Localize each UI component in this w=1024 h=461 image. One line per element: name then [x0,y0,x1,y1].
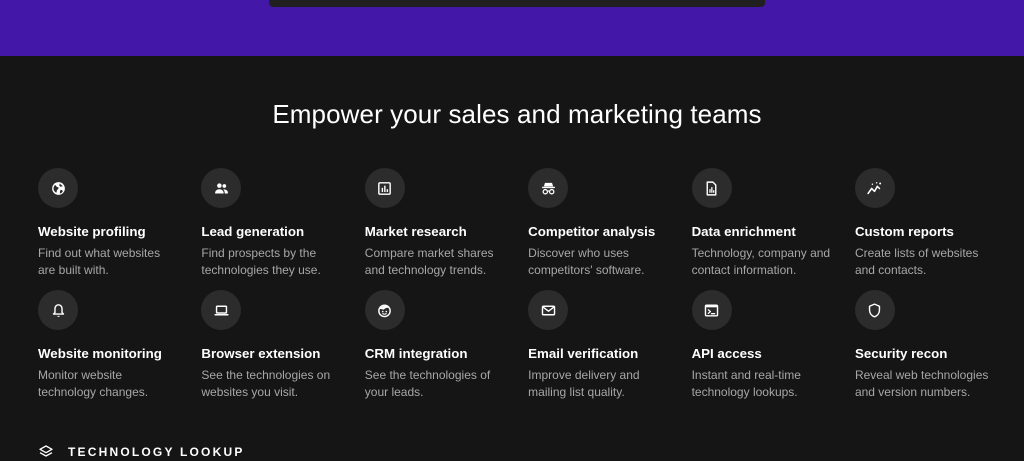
feature-api-access[interactable]: API access Instant and real-time technol… [691,290,855,412]
feature-description: Find prospects by the technologies they … [201,246,321,277]
feature-description: Find out what websites are built with. [38,246,161,277]
feature-website-monitoring[interactable]: Website monitoring Monitor website techn… [38,290,201,412]
document-chart-icon [691,168,732,208]
feature-crm-integration[interactable]: CRM integration See the technologies of … [364,290,528,412]
feature-title: Custom reports [854,224,954,239]
hero-search-bar[interactable] [269,0,765,7]
spy-icon [528,168,569,208]
feature-title: Market research [364,224,467,239]
feature-title: Email verification [528,346,639,361]
feature-browser-extension[interactable]: Browser extension See the technologies o… [201,290,364,412]
feature-description: See the technologies of your leads. [364,368,491,399]
feature-description: Instant and real-time technology lookups… [691,368,801,399]
feature-market-research[interactable]: Market research Compare market shares an… [364,168,528,290]
feature-description: Improve delivery and mailing list qualit… [528,368,640,399]
laptop-icon [201,290,242,330]
terminal-icon [691,290,732,330]
feature-email-verification[interactable]: Email verification Improve delivery and … [528,290,691,412]
trend-icon [854,168,895,208]
crm-face-icon [364,290,405,330]
feature-title: Competitor analysis [528,224,656,239]
technology-lookup-label: TECHNOLOGY LOOKUP [68,445,245,459]
globe-icon [38,168,78,208]
feature-competitor-analysis[interactable]: Competitor analysis Discover who uses co… [528,168,691,290]
bar-chart-icon [364,168,405,208]
feature-title: Lead generation [201,224,305,239]
feature-description: Compare market shares and technology tre… [364,246,494,277]
feature-grid: Website profiling Find out what websites… [38,168,1018,412]
feature-data-enrichment[interactable]: Data enrichment Technology, company and … [691,168,855,290]
layers-icon [39,445,53,457]
section-title: Empower your sales and marketing teams [272,99,762,129]
feature-title: Data enrichment [691,224,796,239]
feature-description: See the technologies on websites you vis… [201,368,331,399]
feature-title: Browser extension [201,346,321,361]
feature-title: Website profiling [38,224,146,239]
technology-lookup-heading: TECHNOLOGY LOOKUP [38,444,245,460]
feature-description: Discover who uses competitors' software. [528,246,645,277]
hero-banner [0,0,1024,56]
feature-title: CRM integration [364,346,468,361]
feature-lead-generation[interactable]: Lead generation Find prospects by the te… [201,168,364,290]
feature-description: Monitor website technology changes. [38,368,149,399]
feature-title: Website monitoring [38,346,162,361]
feature-security-recon[interactable]: Security recon Reveal web technologies a… [854,290,1018,412]
envelope-icon [528,290,569,330]
feature-custom-reports[interactable]: Custom reports Create lists of websites … [854,168,1018,290]
people-icon [201,168,242,208]
feature-website-profiling[interactable]: Website profiling Find out what websites… [38,168,201,290]
feature-description: Create lists of websites and contacts. [854,246,979,277]
feature-title: API access [691,346,762,361]
feature-description: Reveal web technologies and version numb… [854,368,989,399]
bell-icon [38,290,78,330]
shield-icon [854,290,895,330]
feature-title: Security recon [854,346,948,361]
feature-description: Technology, company and contact informat… [691,246,831,277]
